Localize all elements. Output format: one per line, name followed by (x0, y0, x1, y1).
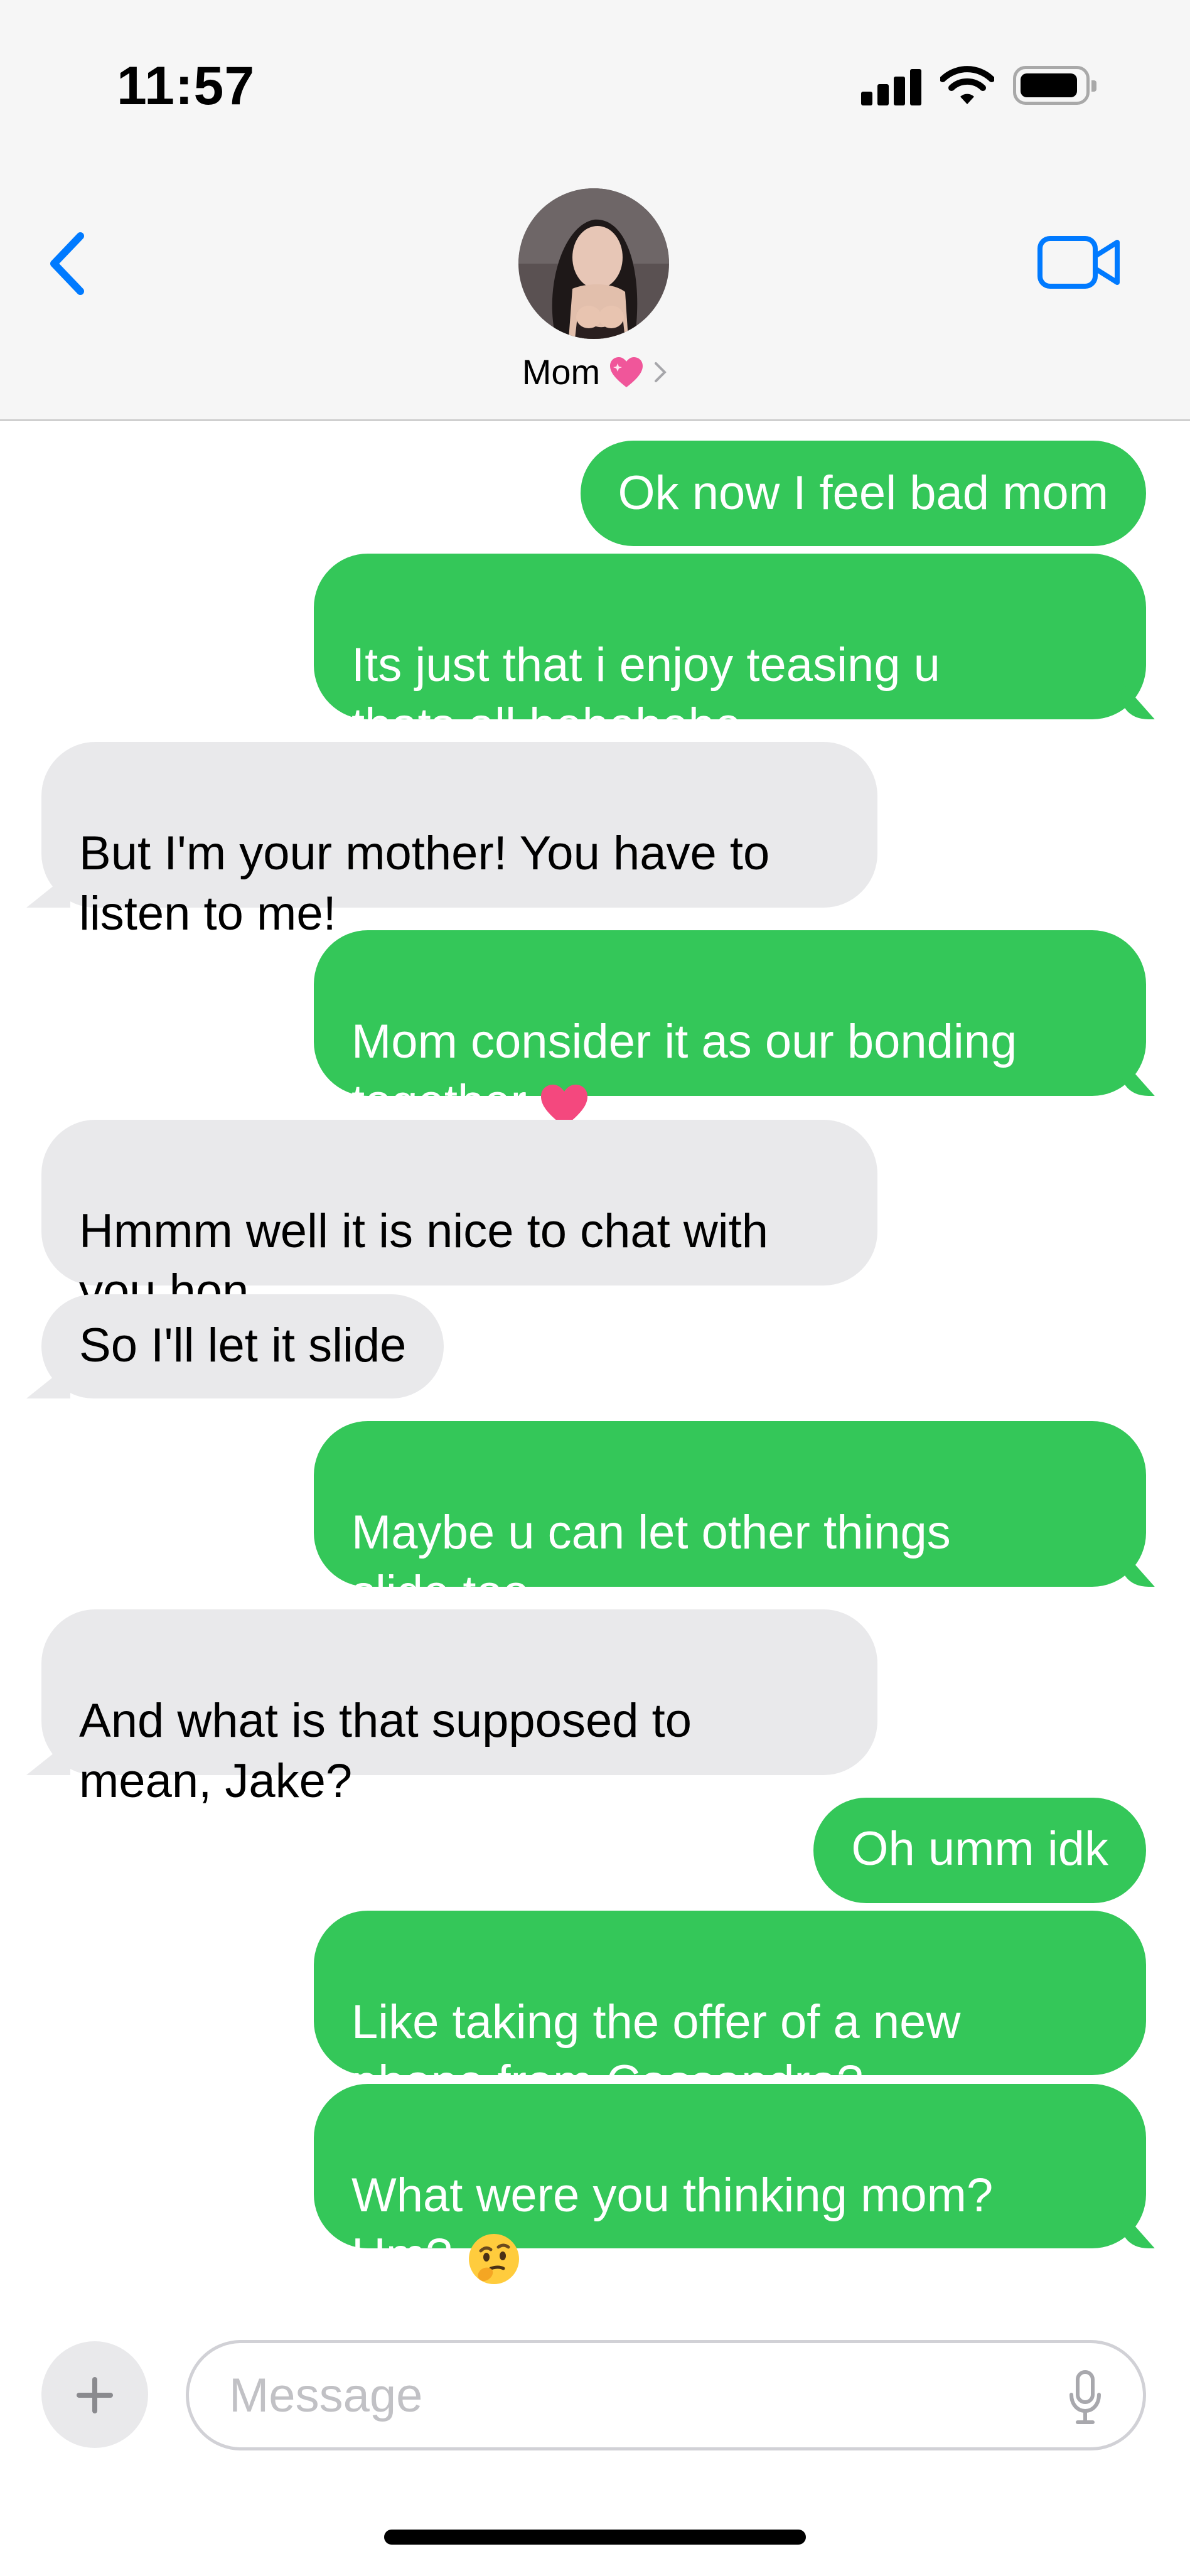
message-received[interactable]: But I'm your mother! You have to listen … (41, 742, 877, 940)
message-text: And what is that supposed to mean, Jake? (79, 1694, 692, 1808)
message-text: So I'll let it slide (79, 1319, 407, 1372)
message-text: Its just that i enjoy teasing u thats al… (351, 638, 940, 752)
message-received[interactable]: And what is that supposed to mean, Jake? (41, 1609, 877, 1808)
microphone-icon[interactable] (1068, 2369, 1103, 2426)
message-sent[interactable]: Mom consider it as our bonding together (314, 930, 1146, 1129)
message-input-placeholder: Message (229, 2369, 423, 2422)
plus-button[interactable] (41, 2341, 148, 2448)
message-text: But I'm your mother! You have to listen … (79, 827, 770, 940)
message-sent[interactable]: Ok now I feel bad mom (580, 441, 1146, 546)
message-sent[interactable]: Maybe u can let other things slide too..… (314, 1421, 1146, 1619)
contact-name: Mom (522, 352, 601, 392)
status-time: 11:57 (117, 56, 255, 116)
status-icons (861, 65, 1096, 105)
message-text: What were you thinking mom? Hm? (351, 2169, 994, 2282)
contact-avatar[interactable] (518, 188, 669, 339)
message-text: Maybe u can let other things slide too..… (351, 1506, 951, 1619)
cellular-signal-icon (861, 65, 921, 105)
chevron-right-icon (655, 362, 667, 382)
message-input[interactable]: Message (186, 2340, 1146, 2450)
message-text: Oh umm idk (851, 1822, 1108, 1876)
message-sent[interactable]: Like taking the offer of a new phone fro… (314, 1911, 1146, 2109)
message-sent[interactable]: Oh umm idk (813, 1798, 1146, 1903)
message-text: Ok now I feel bad mom (618, 466, 1108, 520)
video-camera-icon[interactable] (1037, 235, 1121, 290)
message-sent[interactable]: What were you thinking mom? Hm? (314, 2084, 1146, 2284)
message-sent[interactable]: Its just that i enjoy teasing u thats al… (314, 554, 1146, 752)
conversation-header: 11:57 Mom (0, 0, 1190, 421)
message-received[interactable]: So I'll let it slide (41, 1294, 444, 1398)
wifi-icon (940, 66, 994, 104)
thinking-face-emoji-icon (469, 2233, 520, 2284)
home-indicator[interactable] (384, 2530, 806, 2545)
contact-title[interactable]: Mom (0, 352, 1190, 392)
sparkling-heart-emoji-icon (610, 357, 643, 387)
chevron-left-icon[interactable] (46, 231, 87, 296)
battery-icon (1013, 66, 1096, 105)
message-received[interactable]: Hmmm well it is nice to chat with you ho… (41, 1120, 877, 1318)
message-text: Mom consider it as our bonding together (351, 1015, 1017, 1129)
